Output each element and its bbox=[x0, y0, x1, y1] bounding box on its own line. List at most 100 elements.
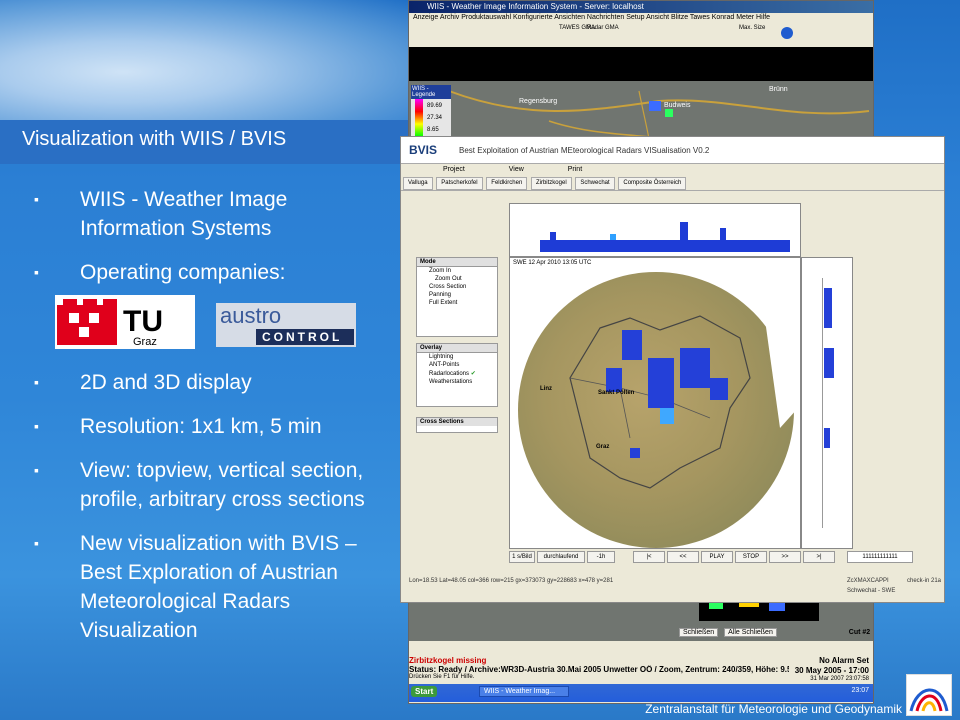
missing-warning: Zirbitzkogel missing bbox=[409, 656, 487, 665]
radar-echo bbox=[710, 378, 728, 400]
slide-title: Visualization with WIIS / BVIS bbox=[22, 128, 287, 150]
overlay-radarlocations[interactable]: Radarlocations ✔ bbox=[417, 369, 497, 378]
radar-echo bbox=[630, 448, 640, 458]
radar-echo bbox=[660, 408, 674, 424]
mode-zoom-out[interactable]: Zoom Out bbox=[417, 275, 497, 283]
mode-cross-section[interactable]: Cross Section bbox=[417, 283, 497, 291]
wiis-status-text: Status: Ready / Archive:WR3D-Austria 30.… bbox=[409, 665, 789, 674]
wiis-place-budweis: Budweis bbox=[664, 102, 691, 109]
overlay-lightning[interactable]: Lightning bbox=[417, 353, 497, 361]
wiis-date: 31 Mar 2007 23:07:58 bbox=[810, 676, 869, 682]
mode-header: Mode bbox=[417, 258, 497, 267]
wiis-place-regensburg: Regensburg bbox=[519, 98, 557, 105]
profile-echo bbox=[824, 348, 834, 378]
interval-select[interactable]: 1 s/Bild bbox=[509, 551, 535, 563]
bvis-brand: BVIS bbox=[409, 143, 438, 157]
zamg-logo bbox=[906, 674, 952, 716]
first-button[interactable]: |< bbox=[633, 551, 665, 563]
bullet-list-bottom: 2D and 3D display Resolution: 1x1 km, 5 … bbox=[30, 368, 395, 660]
bullet-list-top: WIIS - Weather Image Information Systems… bbox=[30, 185, 390, 302]
taskbar-clock: 23:07 bbox=[851, 687, 869, 694]
profile-axis bbox=[808, 278, 823, 528]
bullet-resolution: Resolution: 1x1 km, 5 min bbox=[30, 412, 395, 441]
svg-text:TU: TU bbox=[123, 305, 163, 338]
bullet-views: View: topview, vertical section, profile… bbox=[30, 456, 395, 514]
overlay-radarlocations-label: Radarlocations bbox=[429, 371, 470, 377]
wiis-toolbar: TAWES GMA Radar GMA Max. Size bbox=[409, 23, 873, 48]
wiis-schliessen-buttons: Schließen Alle Schließen Cut #2 bbox=[679, 628, 871, 637]
tab-zirbitzkogel[interactable]: Zirbitzkogel bbox=[530, 177, 572, 190]
radar-echo bbox=[606, 368, 622, 392]
overlay-ant-points[interactable]: ANT-Points bbox=[417, 361, 497, 369]
bvis-window: BVIS Best Exploitation of Austrian MEteo… bbox=[400, 136, 945, 603]
close-all-button[interactable]: Alle Schließen bbox=[724, 628, 777, 637]
rewind-button[interactable]: << bbox=[667, 551, 699, 563]
mode-zoom-in[interactable]: Zoom In bbox=[417, 267, 497, 275]
wiis-legend-title: WIIS - Legende bbox=[411, 85, 451, 99]
city-sankt-poelten: Sankt Pölten bbox=[598, 390, 635, 396]
legend-value-2: 27.34 bbox=[427, 115, 443, 121]
loop-select[interactable]: durchlaufend bbox=[537, 551, 585, 563]
check-icon: ✔ bbox=[470, 371, 476, 377]
overlay-weatherstations[interactable]: Weatherstations bbox=[417, 378, 497, 386]
wiis-tool-radar[interactable]: Radar GMA bbox=[587, 25, 619, 31]
bvis-site: Schwechat - SWE bbox=[847, 588, 896, 594]
bvis-subtitle: Best Exploitation of Austrian MEteorolog… bbox=[459, 146, 710, 155]
info-icon[interactable] bbox=[781, 27, 793, 39]
cross-sections-header[interactable]: Cross Sections bbox=[417, 418, 497, 426]
svg-text:CONTROL: CONTROL bbox=[262, 330, 342, 344]
play-button[interactable]: PLAY bbox=[701, 551, 733, 563]
legend-value-3: 8.65 bbox=[427, 127, 439, 133]
bvis-profile-panel bbox=[801, 257, 853, 549]
mode-full-extent[interactable]: Full Extent bbox=[417, 299, 497, 307]
close-button[interactable]: Schließen bbox=[679, 628, 719, 637]
radar-echo bbox=[622, 330, 642, 360]
wiis-menubar[interactable]: Anzeige Archiv Produktauswahl Konfigurie… bbox=[409, 13, 873, 23]
svg-text:austro: austro bbox=[220, 303, 281, 328]
menu-project[interactable]: Project bbox=[443, 166, 465, 173]
bvis-radar-map[interactable]: SWE 12 Apr 2010 13:05 UTC Linz Sankt Pöl… bbox=[509, 257, 801, 549]
tab-patscherkofel[interactable]: Patscherkofel bbox=[436, 177, 483, 190]
radar-echo bbox=[680, 348, 710, 388]
wiis-titlebar: WIIS - Weather Image Information System … bbox=[409, 1, 873, 13]
taskbar-wiis[interactable]: WIIS - Weather Imag... bbox=[479, 686, 569, 697]
bvis-product: ZcXMAXCAPPI bbox=[847, 578, 889, 584]
overlay-header: Overlay bbox=[417, 344, 497, 353]
profile-echo bbox=[824, 288, 832, 328]
tab-schwechat[interactable]: Schwechat bbox=[575, 177, 615, 190]
city-linz: Linz bbox=[540, 386, 552, 392]
bullet-bvis: New visualization with BVIS – Best Explo… bbox=[30, 529, 395, 645]
overlay-panel: Overlay Lightning ANT-Points Radarlocati… bbox=[416, 343, 498, 407]
tu-graz-logo: TU Graz bbox=[55, 295, 195, 349]
svg-text:Graz: Graz bbox=[133, 336, 157, 348]
start-button[interactable]: Start bbox=[411, 686, 438, 697]
tab-composite[interactable]: Composite Österreich bbox=[618, 177, 687, 190]
stop-button[interactable]: STOP bbox=[735, 551, 767, 563]
menu-print[interactable]: Print bbox=[568, 166, 582, 173]
range-select[interactable]: -1h bbox=[587, 551, 615, 563]
bvis-check: check-in 21a bbox=[907, 578, 942, 584]
menu-view[interactable]: View bbox=[509, 166, 524, 173]
sky-background bbox=[0, 0, 410, 120]
radar-echo bbox=[648, 358, 674, 408]
wiis-status-time: 30 May 2005 - 17:00 bbox=[794, 666, 869, 675]
cut-label: Cut #2 bbox=[848, 629, 871, 636]
bullet-display: 2D and 3D display bbox=[30, 368, 395, 397]
tab-valluga[interactable]: Valluga bbox=[403, 177, 433, 190]
wiis-tool-maxsize[interactable]: Max. Size bbox=[739, 25, 765, 31]
last-button[interactable]: >| bbox=[803, 551, 835, 563]
profile-echo bbox=[824, 428, 830, 448]
code-field[interactable]: 111111111111 bbox=[847, 551, 913, 563]
bvis-vertical-section bbox=[509, 203, 801, 257]
bvis-statusbar: Lon=18.53 Lat=48.05 col=366 row=215 gx=3… bbox=[401, 574, 944, 588]
city-graz: Graz bbox=[596, 444, 610, 450]
cross-sections-panel: Cross Sections bbox=[416, 417, 498, 433]
forward-button[interactable]: >> bbox=[769, 551, 801, 563]
mode-panning[interactable]: Panning bbox=[417, 291, 497, 299]
wiis-place-bruenn: Brünn bbox=[769, 86, 788, 93]
bvis-playback-controls: 1 s/Bild durchlaufend -1h |< << PLAY STO… bbox=[509, 551, 929, 563]
tab-feldkirchen[interactable]: Feldkirchen bbox=[486, 177, 528, 190]
bullet-wiis: WIIS - Weather Image Information Systems bbox=[30, 185, 390, 243]
legend-value-1: 89.69 bbox=[427, 103, 443, 109]
taskbar: Start WIIS - Weather Imag... 23:07 bbox=[409, 684, 873, 702]
